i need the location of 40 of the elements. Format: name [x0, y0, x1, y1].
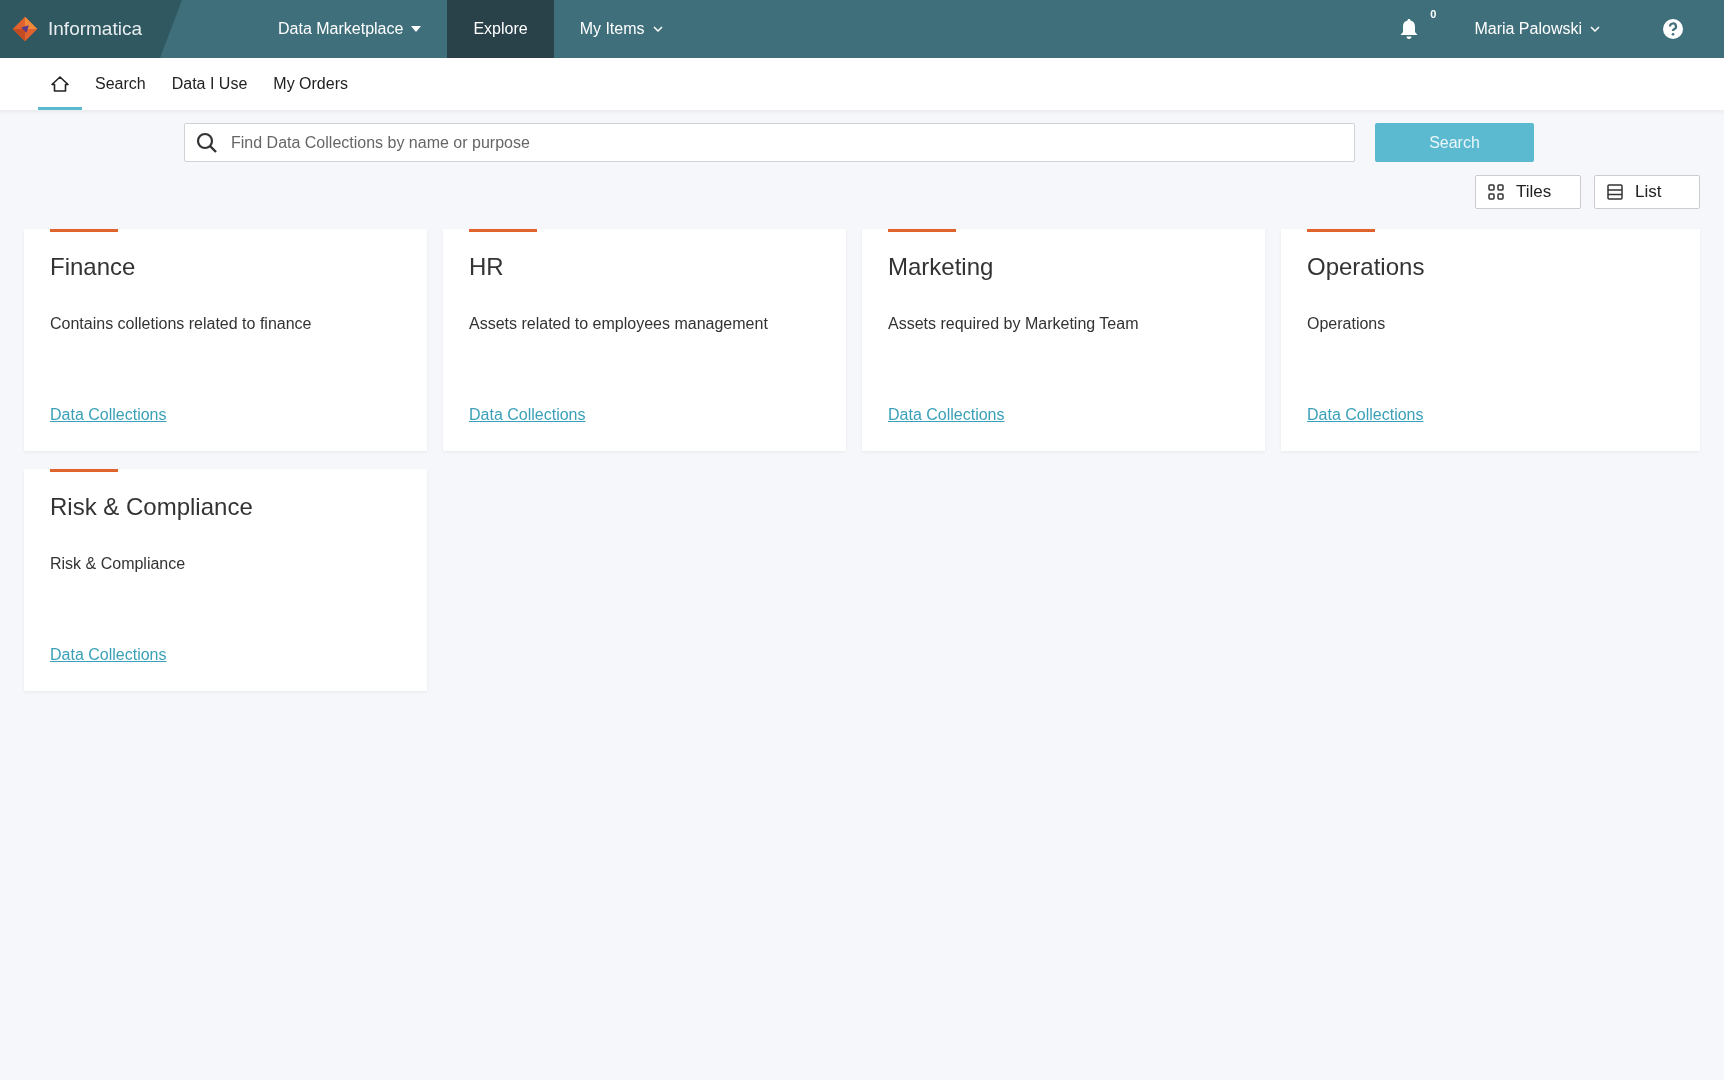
- nav-tab[interactable]: Explore: [447, 0, 554, 58]
- card-description: Risk & Compliance: [50, 555, 187, 573]
- data-collections-link[interactable]: Data Collections: [50, 406, 167, 424]
- card-title: Marketing: [888, 253, 995, 281]
- chevron-icon: [652, 26, 663, 32]
- search-field[interactable]: Find Data Collections by name or purpose: [184, 123, 1355, 162]
- user-menu[interactable]: Maria Palowski: [1468, 19, 1606, 39]
- card-title: Finance: [50, 253, 137, 281]
- accent-bar: [888, 229, 956, 232]
- nav-tab[interactable]: Data I Use: [158, 61, 261, 110]
- home-icon: [50, 75, 70, 93]
- nav-tab[interactable]: Data Marketplace: [252, 0, 448, 58]
- view-button[interactable]: Tiles: [1475, 175, 1581, 209]
- nav-tab[interactable]: Search: [82, 61, 159, 110]
- card-title: Risk & Compliance: [50, 493, 254, 521]
- accent-bar: [50, 229, 118, 232]
- brand-name: Informatica: [48, 18, 142, 40]
- accent-bar: [469, 229, 537, 232]
- data-collections-link[interactable]: Data Collections: [469, 406, 586, 424]
- data-collections-link[interactable]: Data Collections: [1307, 406, 1424, 424]
- data-collections-link[interactable]: Data Collections: [888, 406, 1005, 424]
- nav-tab[interactable]: My Items: [553, 0, 689, 58]
- data-collections-link[interactable]: Data Collections: [50, 646, 167, 664]
- card-title: Operations: [1307, 253, 1426, 281]
- chevron-icon: [1590, 26, 1600, 32]
- grid-icon: [1488, 184, 1504, 200]
- list-icon: [1607, 184, 1623, 200]
- card-description: Assets required by Marketing Team: [888, 315, 1140, 333]
- caret-icon: [411, 26, 422, 32]
- help-icon[interactable]: [1662, 18, 1684, 40]
- accent-bar: [50, 469, 118, 472]
- notification-count: 0: [1430, 8, 1437, 20]
- view-button[interactable]: List: [1594, 175, 1700, 209]
- nav-tab[interactable]: My Orders: [260, 61, 361, 110]
- card-description: Contains colletions related to finance: [50, 315, 313, 333]
- card-description: Assets related to employees management: [469, 315, 769, 333]
- accent-bar: [1307, 229, 1375, 232]
- card-description: Operations: [1307, 315, 1387, 333]
- card-title: HR: [469, 253, 505, 281]
- search-icon: [196, 132, 218, 154]
